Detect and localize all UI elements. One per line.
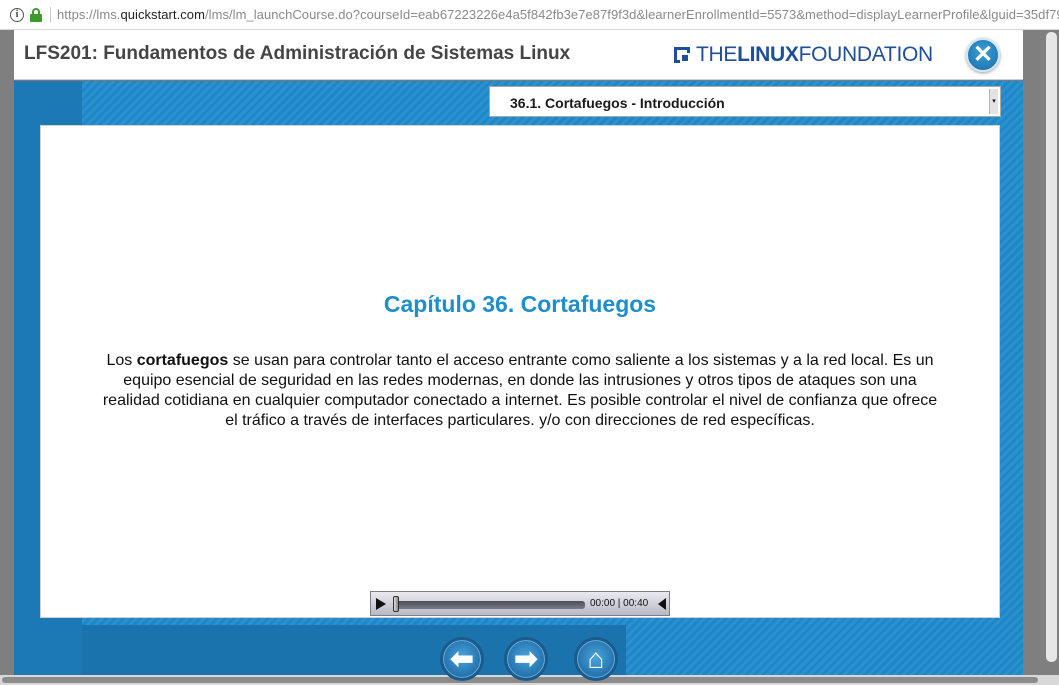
close-icon[interactable]: ✕ (966, 38, 1000, 72)
content-card: Capítulo 36. Cortafuegos Los cortafuegos… (40, 125, 1000, 618)
play-icon[interactable] (376, 598, 386, 610)
audio-player: 00:00 | 00:40 (370, 591, 670, 616)
page-frame-left (0, 30, 14, 685)
chapter-body: Los cortafuegos se usan para controlar t… (102, 352, 938, 429)
linux-foundation-logo: THELINUXFOUNDATION (674, 42, 933, 68)
audio-seek-bar[interactable] (395, 601, 585, 609)
linux-foundation-mark-icon (674, 47, 692, 63)
home-button[interactable]: ⌂ (574, 637, 618, 681)
section-select-value: 36.1. Cortafuegos - Introducción (510, 95, 725, 111)
logo-text: THELINUXFOUNDATION (696, 43, 933, 66)
url-divider (50, 6, 51, 23)
course-header: LFS201: Fundamentos de Administración de… (14, 30, 1023, 80)
vertical-scrollbar[interactable] (1046, 32, 1057, 662)
info-icon[interactable]: i (10, 7, 24, 22)
audio-time: 00:00 | 00:40 (590, 598, 649, 609)
section-select[interactable]: 36.1. Cortafuegos - Introducción ▾ (489, 86, 1001, 117)
course-title: LFS201: Fundamentos de Administración de… (24, 43, 571, 64)
next-button[interactable]: ➡ (504, 637, 548, 681)
lock-icon (30, 7, 42, 22)
course-stage: 36.1. Cortafuegos - Introducción ▾ Capít… (14, 81, 1023, 681)
chapter-body-keyword: cortafuegos (136, 352, 229, 369)
chapter-title: Capítulo 36. Cortafuegos (383, 291, 657, 317)
chevron-down-icon[interactable]: ▾ (989, 89, 998, 114)
browser-url-bar[interactable]: i https://lms.quickstart.com/lms/lm_laun… (0, 0, 1059, 30)
volume-icon[interactable] (658, 598, 666, 610)
previous-button[interactable]: ⬅ (440, 637, 484, 681)
url-text[interactable]: https://lms.quickstart.com/lms/lm_launch… (57, 7, 1059, 22)
audio-seek-handle[interactable] (393, 596, 399, 612)
